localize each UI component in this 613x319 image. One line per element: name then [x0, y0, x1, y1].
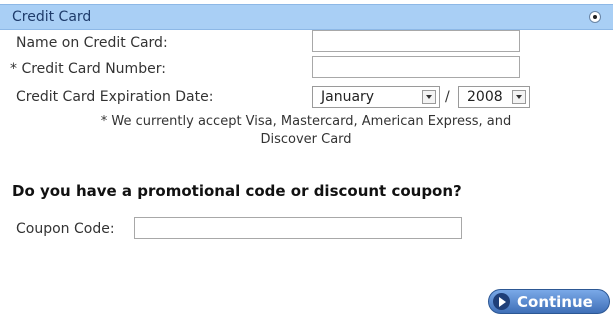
continue-button-label: Continue	[517, 293, 593, 311]
card-number-input[interactable]	[312, 56, 520, 78]
expiration-month-value: January	[321, 89, 375, 105]
credit-card-header: Credit Card	[0, 4, 613, 30]
chevron-down-icon[interactable]	[422, 90, 436, 104]
name-on-card-input[interactable]	[312, 30, 520, 52]
continue-button[interactable]: Continue	[488, 289, 610, 314]
accepted-cards-note-line2: Discover Card	[260, 132, 352, 147]
payment-panel: Credit Card Name on Credit Card: * Credi…	[0, 0, 613, 319]
date-separator: /	[445, 89, 450, 105]
radio-selected-icon[interactable]	[589, 11, 601, 23]
coupon-code-input[interactable]	[134, 217, 462, 239]
chevron-down-icon[interactable]	[512, 90, 526, 104]
promo-section-title: Do you have a promotional code or discou…	[12, 182, 462, 200]
expiration-month-select[interactable]: January	[312, 86, 440, 108]
credit-card-header-title: Credit Card	[12, 9, 92, 25]
play-circle-icon	[493, 293, 510, 310]
card-number-label: * Credit Card Number:	[10, 61, 166, 77]
expiration-year-value: 2008	[467, 89, 503, 105]
coupon-code-label: Coupon Code:	[16, 221, 115, 237]
accepted-cards-note-line1: * We currently accept Visa, Mastercard, …	[100, 114, 512, 129]
expiration-year-select[interactable]: 2008	[458, 86, 530, 108]
expiration-date-label: Credit Card Expiration Date:	[16, 89, 214, 105]
name-on-card-label: Name on Credit Card:	[16, 35, 168, 51]
